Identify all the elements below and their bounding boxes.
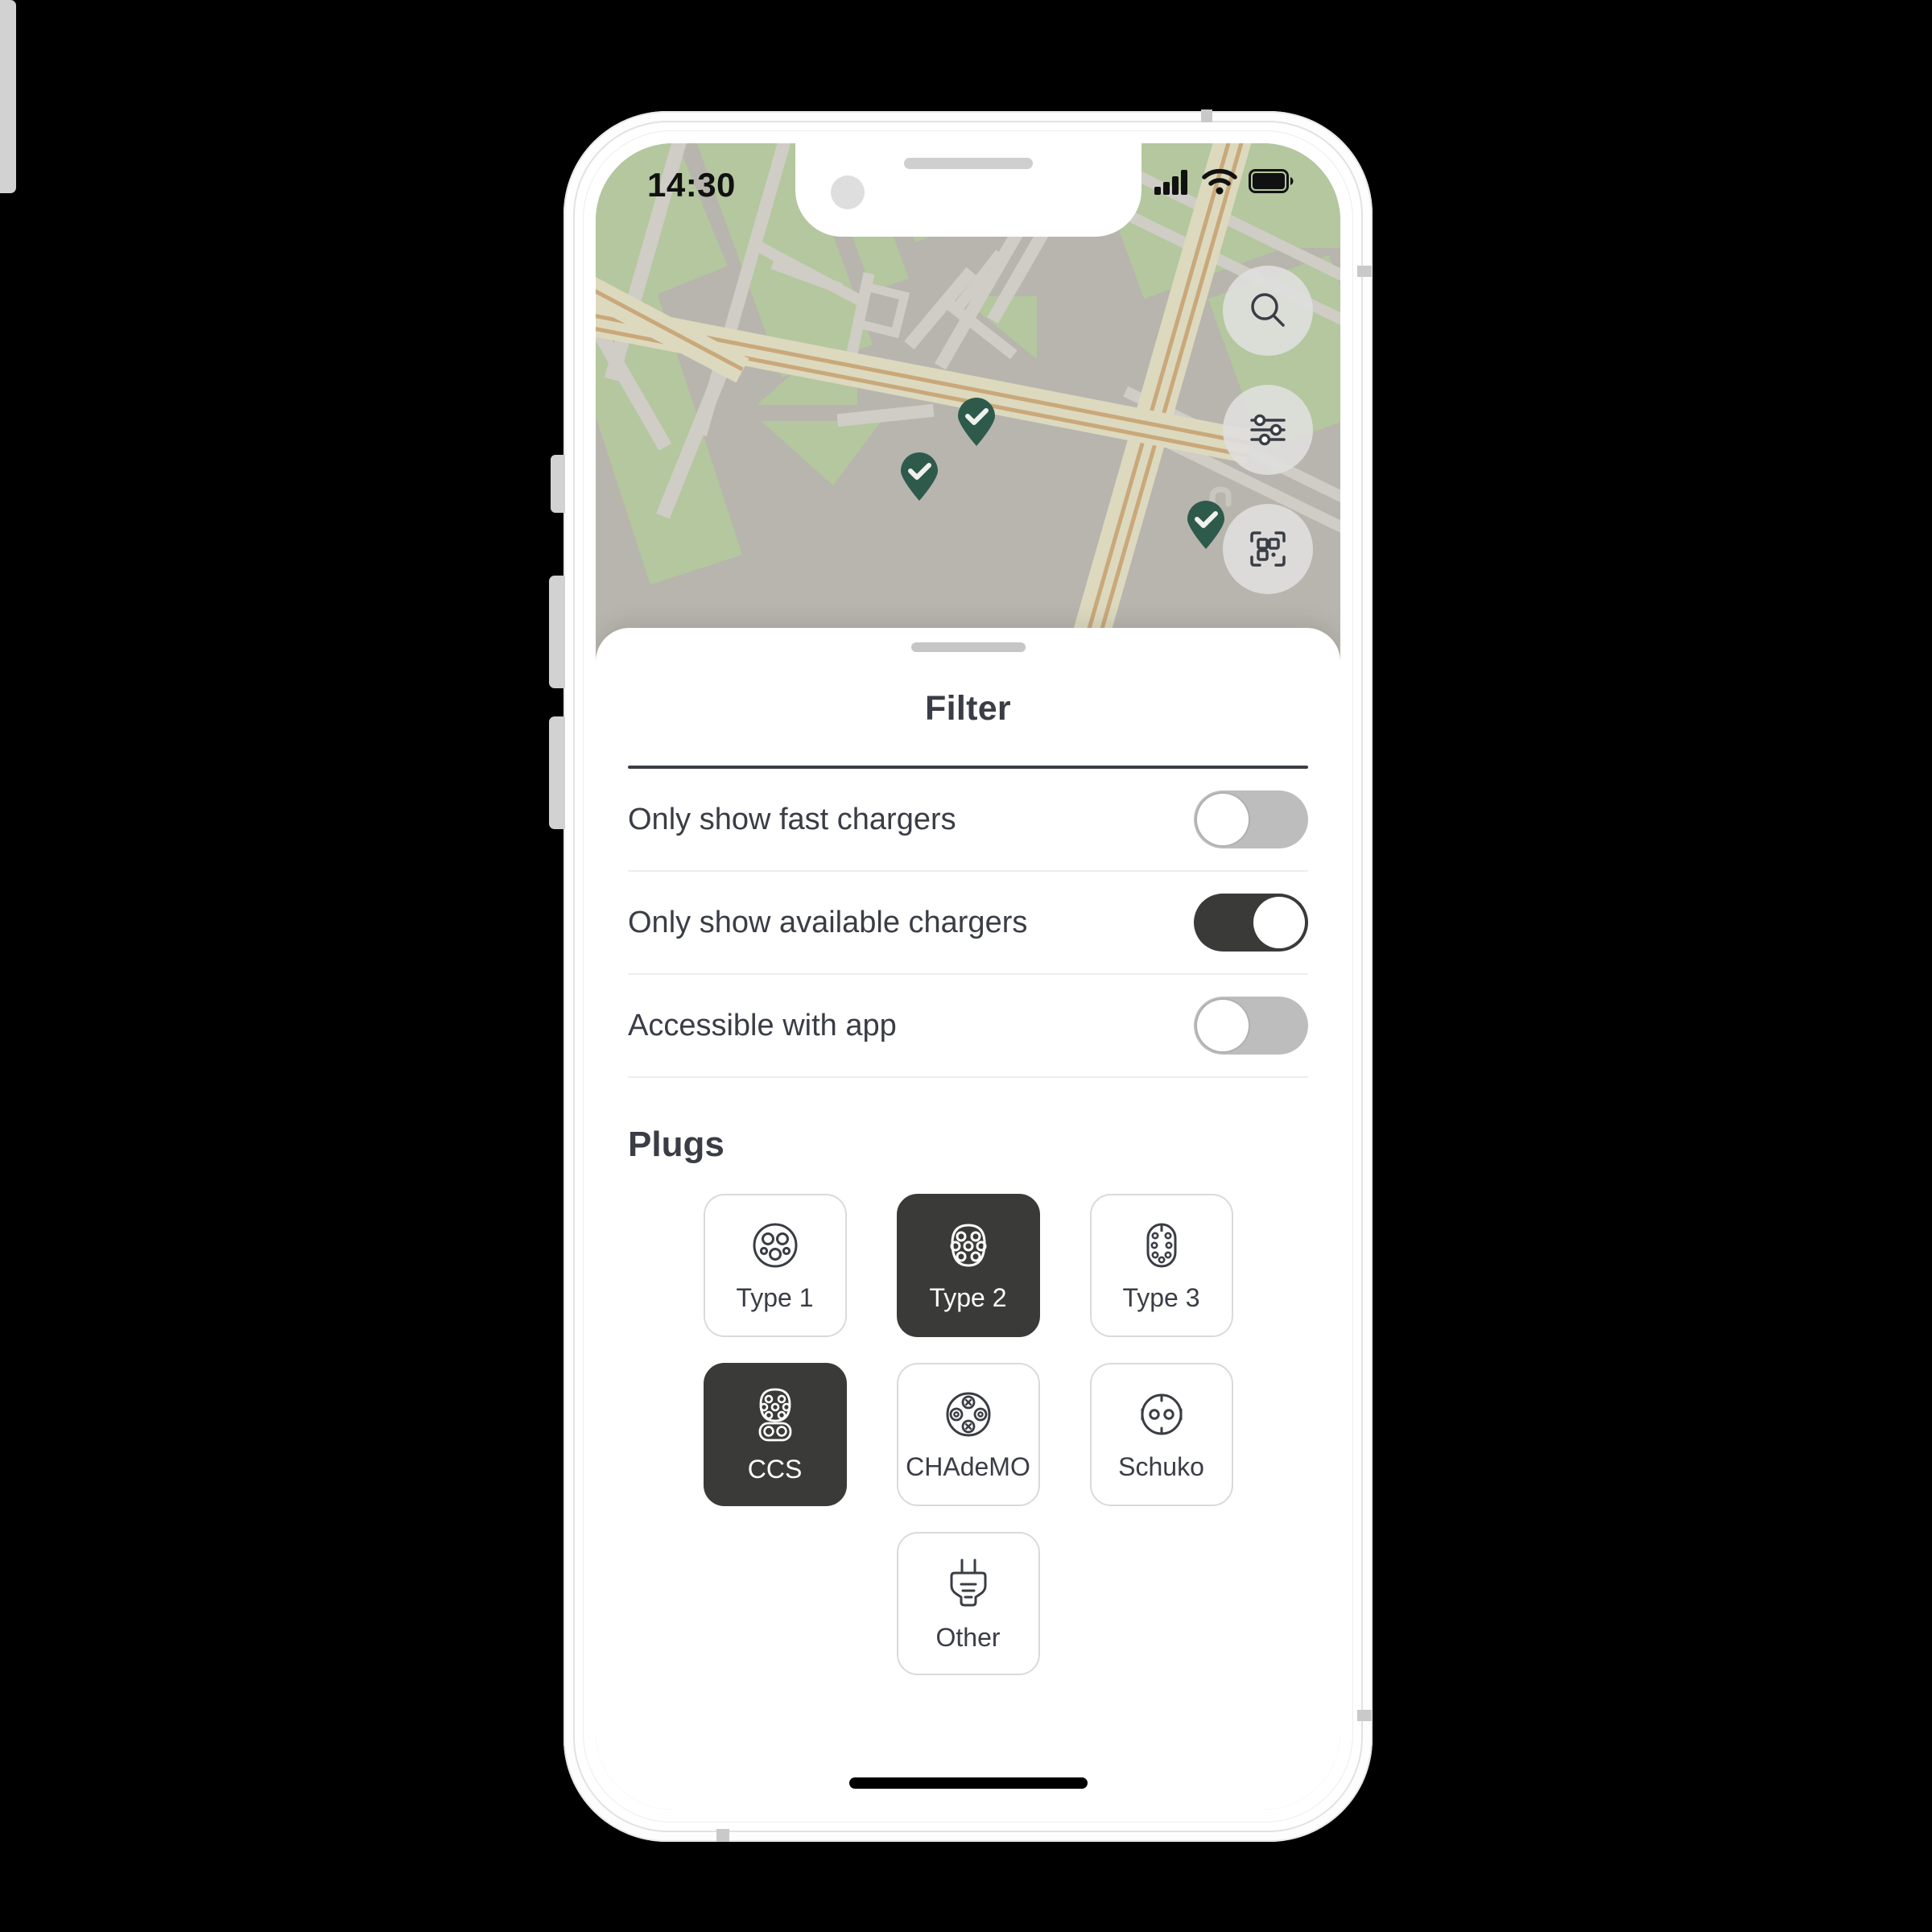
plug-label: Type 2	[929, 1282, 1007, 1312]
plug-type1-icon	[753, 1223, 797, 1267]
screenshot-root: 14:30 Filter Only show fast chargers Onl…	[0, 0, 1932, 1932]
plug-tile-chademo[interactable]: CHAdeMO	[896, 1363, 1040, 1506]
sliders-icon	[1250, 414, 1286, 446]
signal-bars-icon	[1154, 170, 1187, 195]
toggle-knob	[1253, 897, 1305, 948]
plug-chademo-icon	[946, 1392, 990, 1436]
phone-screen: 14:30 Filter Only show fast chargers Onl…	[596, 143, 1340, 1810]
toggle-available-chargers[interactable]	[1194, 894, 1308, 952]
filter-row-available-chargers[interactable]: Only show available chargers	[628, 872, 1308, 975]
plug-tile-other[interactable]: Other	[896, 1532, 1040, 1675]
plug-type3-icon	[1146, 1223, 1176, 1267]
plug-type2-icon	[950, 1223, 986, 1267]
power-button[interactable]	[0, 0, 16, 193]
plug-label: Other	[935, 1622, 1001, 1652]
map-park-area	[761, 421, 881, 485]
sheet-grab-handle[interactable]	[910, 642, 1026, 652]
filter-bottom-sheet: Filter Only show fast chargers Only show…	[596, 628, 1340, 1810]
antenna-slit-right-top	[1357, 266, 1372, 277]
plugs-heading: Plugs	[628, 1125, 724, 1164]
plug-label: Schuko	[1118, 1451, 1204, 1481]
plug-tile-type-2[interactable]: Type 2	[896, 1194, 1040, 1337]
plug-tile-type-1[interactable]: Type 1	[703, 1194, 847, 1337]
plugs-grid: Type 1 Type 2 Type 3 CCS CHAdeMO Schuko …	[628, 1194, 1308, 1675]
plug-tile-schuko[interactable]: Schuko	[1089, 1363, 1233, 1506]
silent-switch[interactable]	[551, 455, 565, 513]
search-button[interactable]	[1223, 266, 1313, 356]
plugs-row-2: CCS CHAdeMO Schuko	[628, 1363, 1308, 1506]
status-bar: 14:30	[596, 143, 1340, 233]
antenna-slit-top	[1201, 109, 1212, 122]
plug-schuko-icon	[1141, 1393, 1182, 1435]
plug-tile-type-3[interactable]: Type 3	[1089, 1194, 1233, 1337]
filter-row-fast-chargers[interactable]: Only show fast chargers	[628, 769, 1308, 872]
scan-button[interactable]	[1223, 504, 1313, 594]
filter-row-accessible-with-app[interactable]: Accessible with app	[628, 975, 1308, 1078]
toggle-accessible-with-app[interactable]	[1194, 997, 1308, 1055]
filter-label-available-chargers: Only show available chargers	[628, 905, 1028, 939]
plug-label: Type 1	[736, 1282, 814, 1312]
sheet-title: Filter	[925, 689, 1011, 728]
toggle-knob	[1197, 794, 1249, 845]
charger-marker-2[interactable]	[894, 452, 944, 502]
plugs-row-3: Other	[628, 1532, 1308, 1675]
toggle-knob	[1197, 1000, 1249, 1051]
wifi-icon	[1202, 168, 1237, 195]
battery-full-icon	[1249, 169, 1294, 193]
home-indicator[interactable]	[848, 1777, 1088, 1789]
antenna-slit-bottom	[716, 1829, 729, 1842]
plug-tile-ccs[interactable]: CCS	[703, 1363, 847, 1506]
plug-other-icon	[950, 1558, 986, 1606]
filter-label-fast-chargers: Only show fast chargers	[628, 802, 956, 836]
map-road	[836, 403, 935, 427]
search-icon	[1251, 293, 1285, 327]
plug-label: CHAdeMO	[906, 1451, 1030, 1481]
toggle-fast-chargers[interactable]	[1194, 791, 1308, 848]
filter-label-accessible-with-app: Accessible with app	[628, 1008, 897, 1042]
volume-down-button[interactable]	[549, 716, 565, 829]
status-icons	[1154, 167, 1294, 195]
qr-scan-icon	[1250, 531, 1286, 567]
plug-label: Type 3	[1122, 1282, 1200, 1312]
filter-button[interactable]	[1223, 385, 1313, 475]
charger-marker-1[interactable]	[952, 398, 1001, 448]
volume-up-button[interactable]	[549, 576, 565, 688]
status-time: 14:30	[647, 166, 736, 204]
plugs-row-1: Type 1 Type 2 Type 3	[628, 1194, 1308, 1337]
plug-label: CCS	[747, 1454, 803, 1484]
antenna-slit-right-bottom	[1357, 1710, 1372, 1721]
plug-ccs-icon	[758, 1388, 791, 1441]
